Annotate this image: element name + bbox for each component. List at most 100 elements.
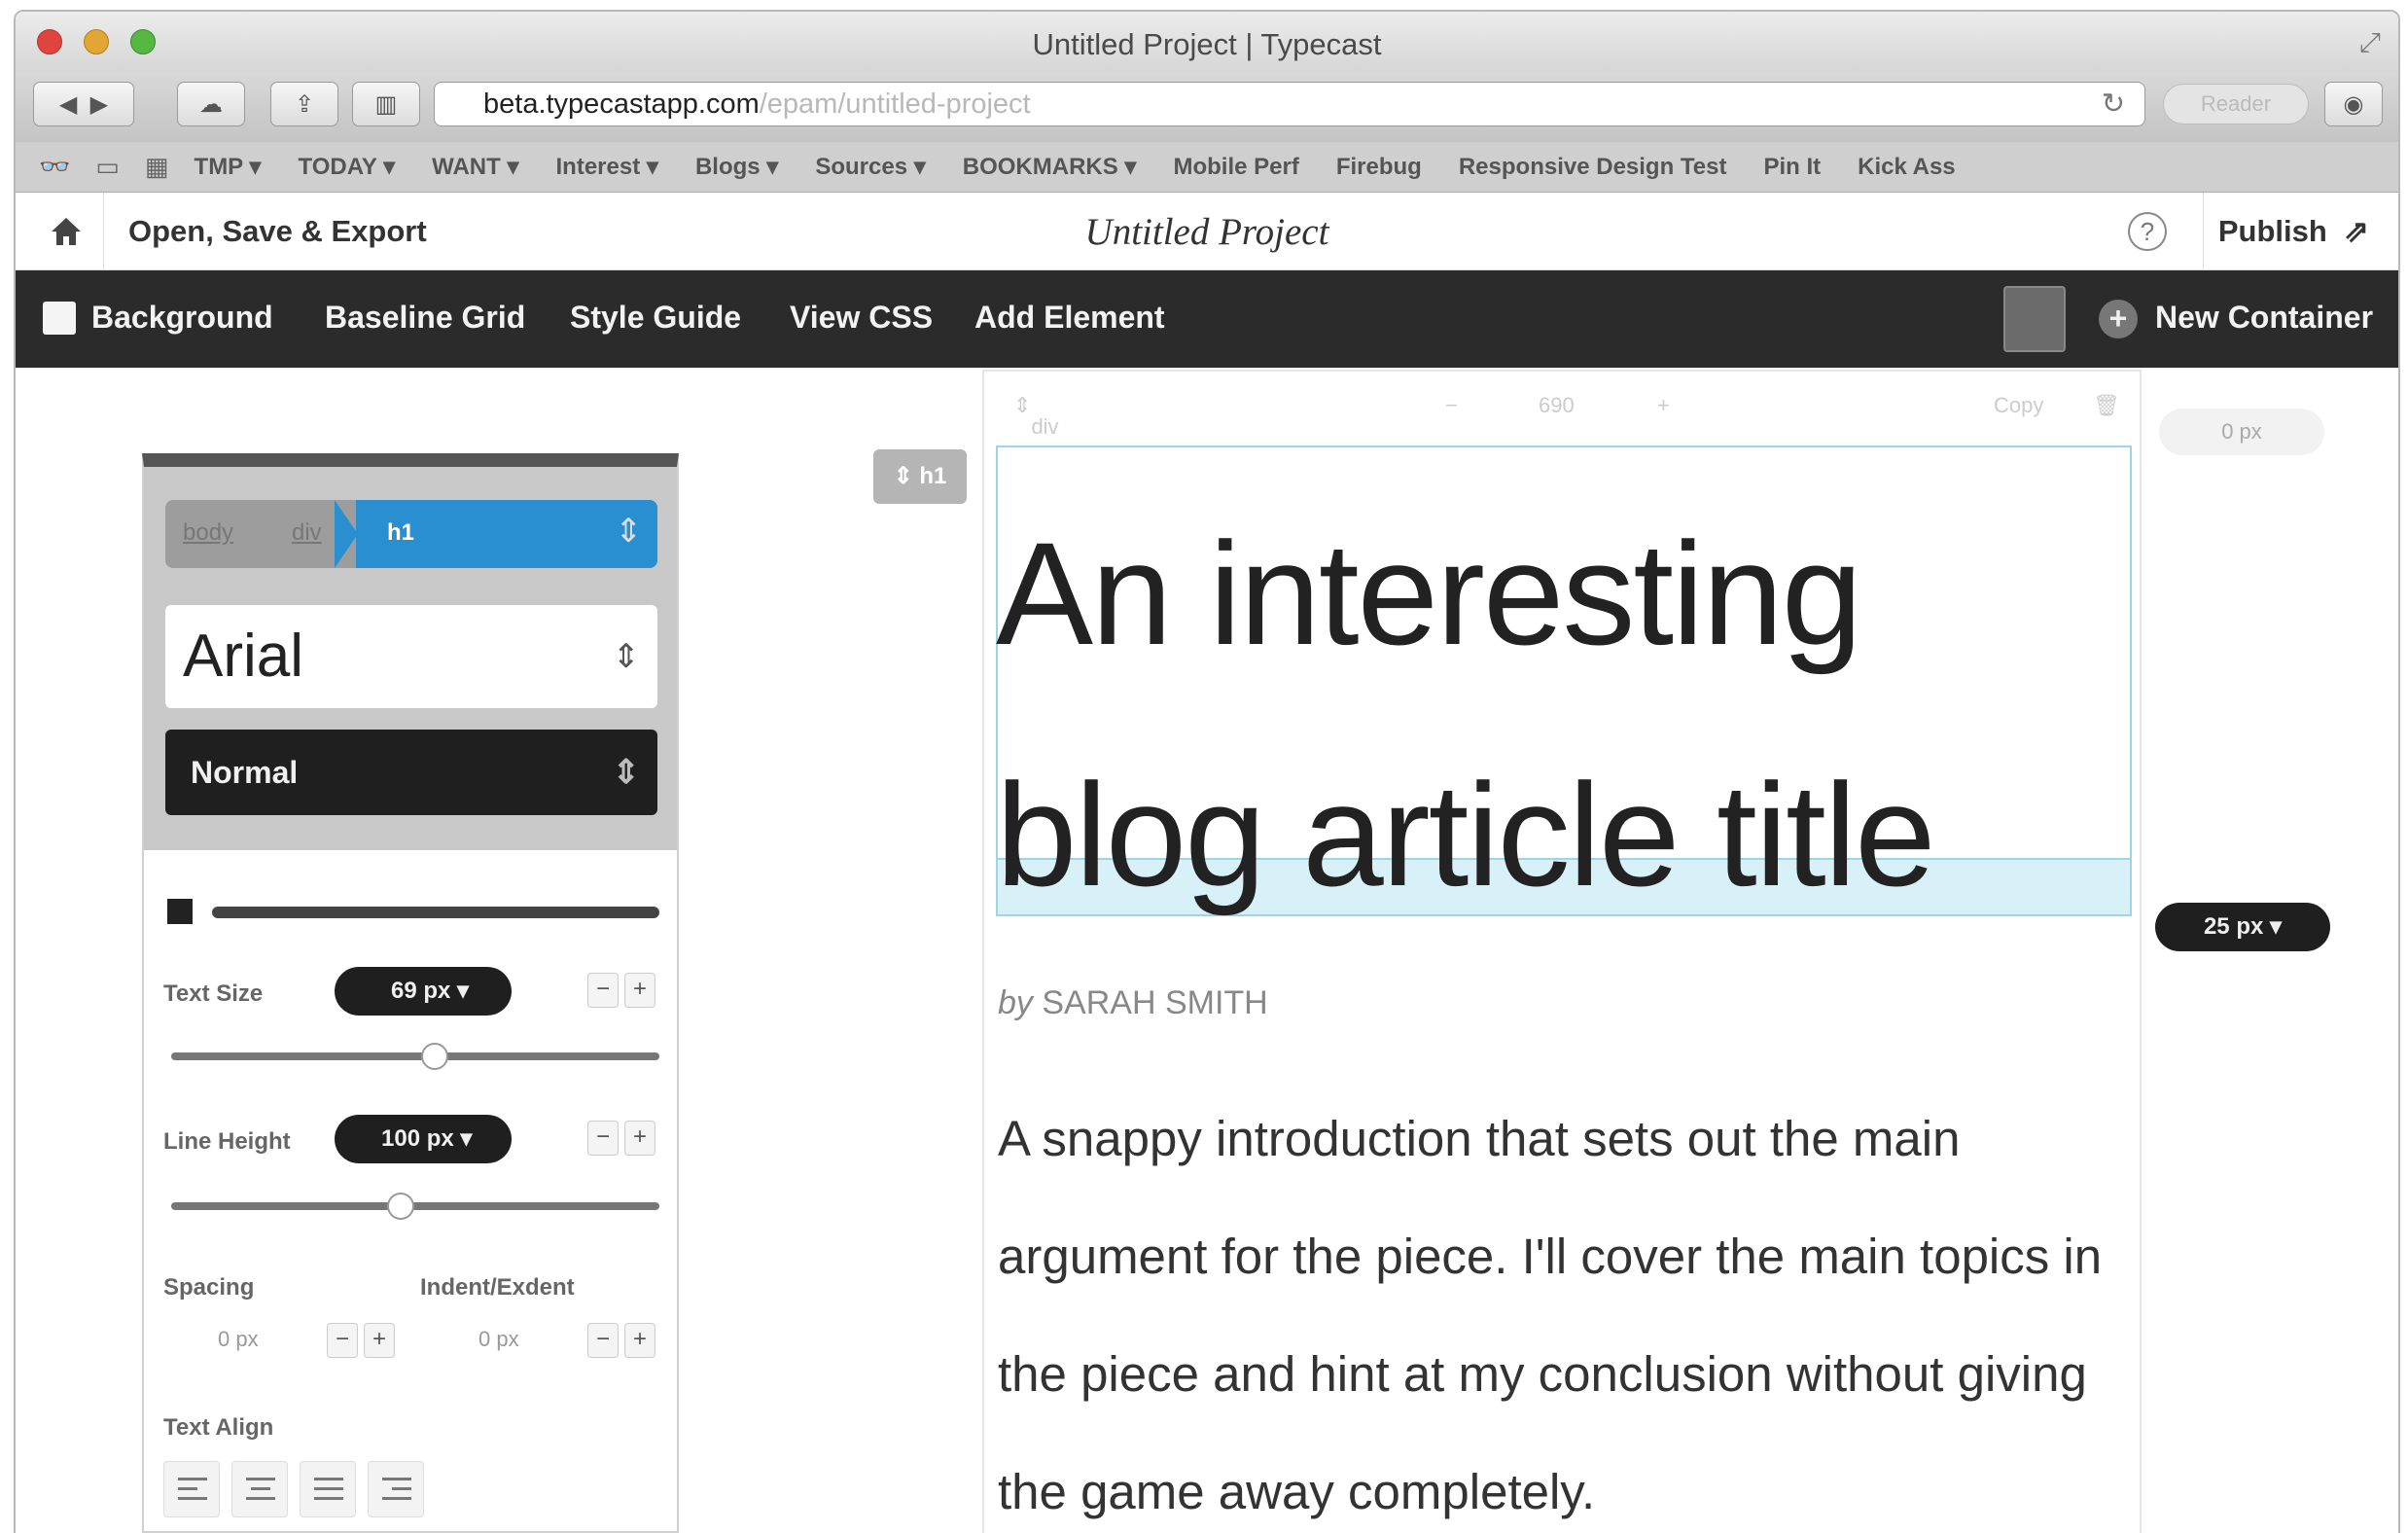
reading-list-icon[interactable]: 👓 [39,152,70,182]
line-height-input[interactable]: 100 px ▾ [335,1115,512,1163]
bookmark-item[interactable]: Kick Ass [1858,154,1956,181]
inspector-font-section: body div h1 ⇕ Arial ⇕ Normal ⇕ [144,467,677,850]
text-size-label: Text Size [163,980,264,1007]
updown-chevron-icon: ⇕ [612,638,641,675]
crumb-arrow [335,500,358,568]
reload-icon[interactable]: ↻ [2102,83,2125,125]
downloads-button[interactable]: ◉ [2324,82,2383,126]
forward-arrow-icon[interactable]: ▶ [90,90,108,119]
text-size-input[interactable]: 69 px ▾ [335,967,512,1016]
downloads-icon: ◉ [2343,90,2364,118]
text-container[interactable]: ⇕ div − 690 + Copy 🗑 An interesting blog… [982,370,2142,1533]
container-tag[interactable]: ⇕ div [1013,393,1059,439]
updown-chevron-icon: ⇕ [615,513,643,550]
copy-button[interactable]: Copy [1994,393,2043,418]
line-height-slider-thumb[interactable] [386,1193,414,1220]
share-button[interactable]: ⇪ [270,82,338,126]
url-path: /epam/untitled-project [759,89,1031,120]
view-css-button[interactable]: View CSS [790,300,933,336]
baseline-grid-button[interactable]: Baseline Grid [325,300,525,336]
background-button[interactable]: Background [91,300,273,336]
indent-increment[interactable]: + [624,1323,655,1358]
spacing-value[interactable]: 0 px [218,1327,259,1352]
bottom-margin-input[interactable]: 25 px ▾ [2155,903,2330,951]
font-family-select[interactable]: Arial ⇕ [165,605,657,708]
trash-icon[interactable]: 🗑 [2093,393,2120,418]
line-height-increment[interactable]: + [624,1121,655,1156]
address-bar[interactable]: beta.typecastapp.com/epam/untitled-proje… [434,82,2145,126]
window-title: Untitled Project | Typecast [1032,27,1382,61]
bookmark-item[interactable]: Blogs ▾ [695,153,778,181]
editor-toolbar: Background Baseline Grid Style Guide Vie… [16,270,2398,368]
width-increment[interactable]: + [1657,393,1670,418]
align-center-button[interactable] [231,1461,288,1517]
sidebar-button[interactable]: ▥ [352,82,420,126]
back-forward-buttons[interactable]: ◀ ▶ [33,82,134,126]
text-color-swatch[interactable] [167,899,193,924]
updown-chevron-icon: ⇕ [893,463,913,489]
url-host: beta.typecastapp.com [483,89,760,120]
publish-button[interactable]: Publish ⇗ [2218,214,2369,249]
width-decrement[interactable]: − [1445,393,1458,418]
cloud-icon: ☁ [199,90,223,118]
byline-prefix: by [998,984,1033,1021]
help-icon[interactable]: ? [2128,212,2167,251]
indent-label: Indent/Exdent [420,1274,575,1301]
spacing-decrement[interactable]: − [327,1323,358,1358]
app-header: Open, Save & Export Untitled Project ? P… [16,193,2398,270]
align-right-button[interactable] [368,1461,424,1517]
reader-button[interactable]: Reader [2163,84,2309,125]
plus-icon[interactable]: + [2099,300,2138,339]
bookmark-item[interactable]: Firebug [1336,154,1422,181]
text-size-slider[interactable] [171,1052,659,1060]
bookmark-item[interactable]: TODAY ▾ [298,153,395,181]
crumb-h1[interactable]: h1 [387,519,414,547]
bookmark-item[interactable]: Responsive Design Test [1459,154,1727,181]
indent-value[interactable]: 0 px [478,1327,519,1352]
indent-decrement[interactable]: − [587,1323,619,1358]
align-left-button[interactable] [163,1461,220,1517]
article-headline[interactable]: An interesting blog article title [996,473,2124,955]
background-checkbox[interactable] [43,302,76,335]
bookmark-item[interactable]: Mobile Perf [1173,154,1298,181]
icloud-tabs-button[interactable]: ☁ [177,82,245,126]
article-byline[interactable]: by SARAH SMITH [998,984,1268,1022]
element-breadcrumb[interactable]: body div h1 ⇕ [165,500,657,568]
fullscreen-icon[interactable]: ⤢ [2359,27,2381,59]
element-tag-handle[interactable]: ⇕ h1 [873,449,967,504]
color-slider[interactable] [212,907,659,918]
crumb-body[interactable]: body [183,519,233,547]
text-size-decrement[interactable]: − [587,973,619,1008]
typography-inspector: body div h1 ⇕ Arial ⇕ Normal ⇕ Text Size… [142,453,679,1533]
header-divider [2203,193,2204,270]
top-margin-input[interactable]: 0 px [2159,409,2324,455]
align-justify-button[interactable] [300,1461,356,1517]
container-toolbar: ⇕ div − 690 + Copy 🗑 [984,372,2140,439]
bookmark-item[interactable]: TMP ▾ [195,153,262,181]
new-container-button[interactable]: New Container [2155,300,2373,336]
text-size-slider-thumb[interactable] [421,1043,449,1070]
spacing-increment[interactable]: + [364,1323,395,1358]
container-width[interactable]: 690 [1539,393,1575,418]
back-arrow-icon[interactable]: ◀ [59,90,77,119]
line-height-slider[interactable] [171,1202,659,1210]
font-family-value: Arial [183,623,304,690]
bookmarks-book-icon[interactable]: ▭ [95,152,120,182]
line-height-decrement[interactable]: − [587,1121,619,1156]
bookmark-item[interactable]: WANT ▾ [432,153,518,181]
bookmark-item[interactable]: Sources ▾ [815,153,925,181]
article-intro[interactable]: A snappy introduction that sets out the … [998,1080,2126,1533]
text-size-increment[interactable]: + [624,973,655,1008]
font-weight-select[interactable]: Normal ⇕ [165,730,657,815]
bookmark-item[interactable]: Interest ▾ [556,153,658,181]
line-height-label: Line Height [163,1128,291,1155]
bookmark-item[interactable]: Pin It [1763,154,1821,181]
crumb-div[interactable]: div [292,519,322,547]
style-guide-button[interactable]: Style Guide [570,300,741,336]
bookmark-item[interactable]: BOOKMARKS ▾ [963,153,1137,181]
top-sites-icon[interactable]: ▦ [145,152,169,182]
bookmarks-bar: 👓 ▭ ▦ TMP ▾ TODAY ▾ WANT ▾ Interest ▾ Bl… [16,142,2398,193]
document-icon[interactable] [2003,286,2066,352]
add-element-button[interactable]: Add Element [974,300,1165,336]
project-title[interactable]: Untitled Project [16,210,2398,254]
